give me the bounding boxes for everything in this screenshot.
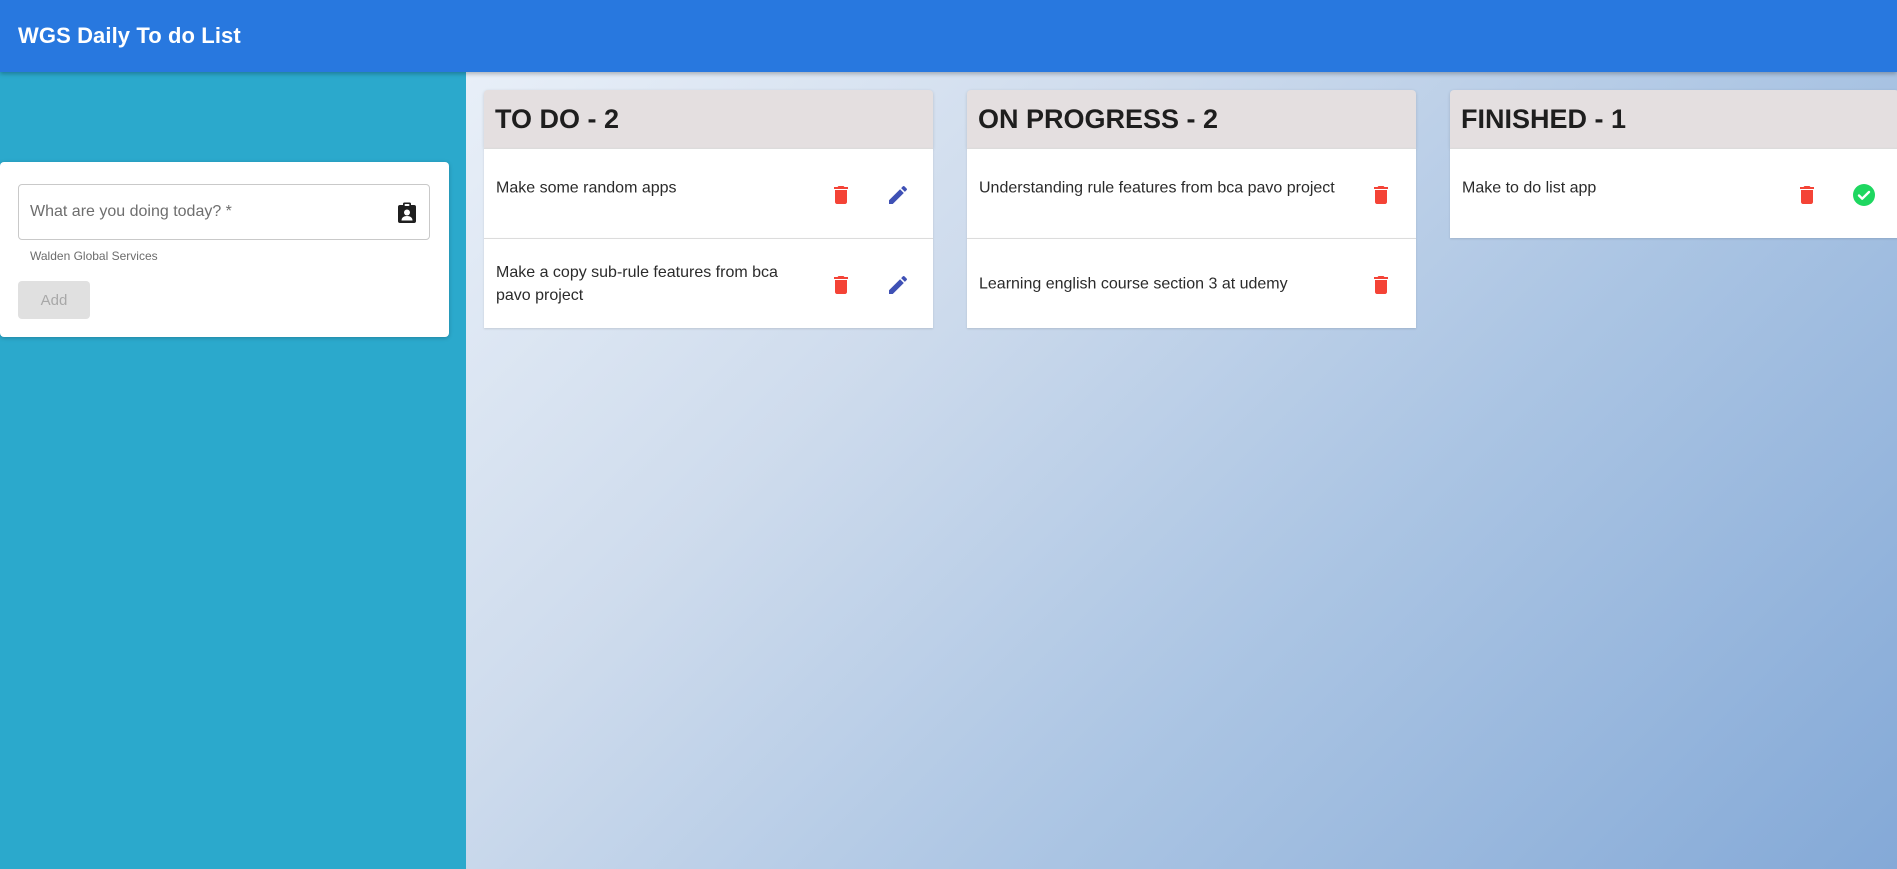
task-input-field[interactable] — [18, 184, 430, 240]
delete-icon[interactable] — [1369, 183, 1393, 207]
column-finished: FINISHED - 1 Make to do list app — [1450, 90, 1897, 238]
delete-icon[interactable] — [1369, 273, 1393, 297]
column-header: TO DO - 2 — [484, 90, 933, 148]
task-text: Understanding rule features from bca pav… — [979, 179, 1335, 197]
add-task-form: Walden Global Services Add — [0, 162, 449, 337]
column-title: FINISHED - 1 — [1461, 104, 1627, 134]
clipboard-account-icon — [397, 202, 417, 224]
column-header: ON PROGRESS - 2 — [967, 90, 1416, 148]
column-todo: TO DO - 2 Make some random apps Make a c… — [484, 90, 933, 328]
task-card: Learning english course section 3 at ude… — [967, 238, 1416, 328]
check-circle-icon[interactable] — [1852, 183, 1876, 207]
task-card: Make some random apps — [484, 148, 933, 238]
column-on-progress: ON PROGRESS - 2 Understanding rule featu… — [967, 90, 1416, 328]
task-card: Make to do list app — [1450, 148, 1897, 238]
task-text: Make to do list app — [1462, 179, 1597, 197]
column-header: FINISHED - 1 — [1450, 90, 1897, 148]
column-title: TO DO - 2 — [495, 104, 620, 134]
helper-text: Walden Global Services — [30, 249, 158, 263]
task-text: Make a copy sub-rule features from bca p… — [496, 263, 778, 304]
task-card: Understanding rule features from bca pav… — [967, 148, 1416, 238]
task-text: Make some random apps — [496, 179, 677, 197]
task-text: Learning english course section 3 at ude… — [979, 275, 1288, 292]
sidebar: Walden Global Services Add — [0, 72, 466, 869]
delete-icon[interactable] — [829, 183, 853, 207]
edit-icon[interactable] — [886, 183, 910, 207]
app-title: WGS Daily To do List — [18, 23, 241, 48]
app-bar: WGS Daily To do List — [0, 0, 1897, 72]
add-button[interactable]: Add — [18, 281, 90, 319]
delete-icon[interactable] — [829, 273, 853, 297]
task-input[interactable] — [30, 185, 390, 239]
edit-icon[interactable] — [886, 273, 910, 297]
delete-icon[interactable] — [1795, 183, 1819, 207]
column-title: ON PROGRESS - 2 — [978, 104, 1219, 134]
task-card: Make a copy sub-rule features from bca p… — [484, 238, 933, 328]
